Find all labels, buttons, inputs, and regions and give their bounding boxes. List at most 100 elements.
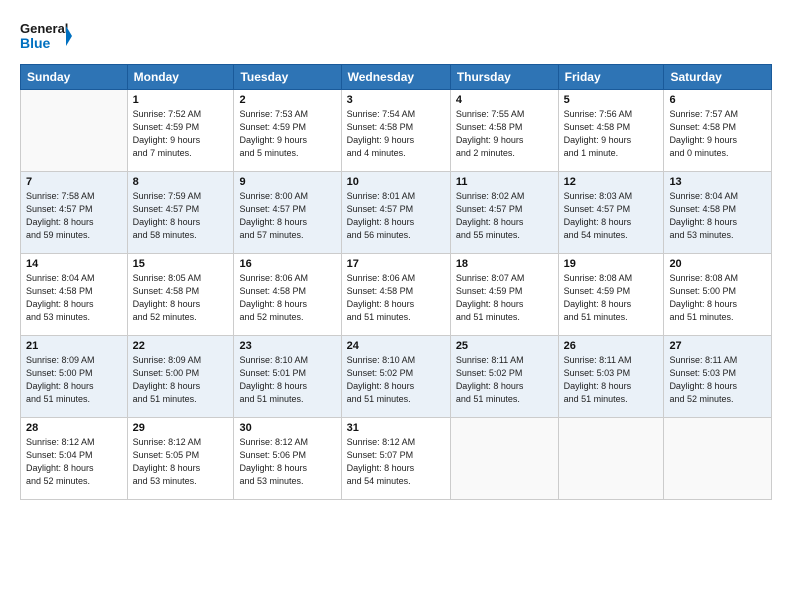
day-number: 4 <box>456 94 553 106</box>
day-number: 18 <box>456 258 553 270</box>
calendar-cell: 11Sunrise: 8:02 AM Sunset: 4:57 PM Dayli… <box>450 172 558 254</box>
day-info: Sunrise: 8:12 AM Sunset: 5:06 PM Dayligh… <box>239 436 335 488</box>
day-info: Sunrise: 8:11 AM Sunset: 5:03 PM Dayligh… <box>564 354 659 406</box>
day-number: 9 <box>239 176 335 188</box>
day-info: Sunrise: 8:06 AM Sunset: 4:58 PM Dayligh… <box>239 272 335 324</box>
day-info: Sunrise: 8:05 AM Sunset: 4:58 PM Dayligh… <box>133 272 229 324</box>
day-number: 27 <box>669 340 766 352</box>
calendar-week-row: 1Sunrise: 7:52 AM Sunset: 4:59 PM Daylig… <box>21 90 772 172</box>
calendar-cell: 7 Sunrise: 7:58 AM Sunset: 4:57 PM Daylig… <box>21 172 128 254</box>
calendar-cell: 20Sunrise: 8:08 AM Sunset: 5:00 PM Dayli… <box>664 254 772 336</box>
day-info: Sunrise: 8:12 AM Sunset: 5:05 PM Dayligh… <box>133 436 229 488</box>
day-number: 24 <box>347 340 445 352</box>
calendar-week-row: 21 Sunrise: 8:09 AM Sunset: 5:00 PM Dayli… <box>21 336 772 418</box>
col-header-tuesday: Tuesday <box>234 65 341 90</box>
day-number: 8 <box>133 176 229 188</box>
day-number: 25 <box>456 340 553 352</box>
col-header-thursday: Thursday <box>450 65 558 90</box>
col-header-sunday: Sunday <box>21 65 128 90</box>
col-header-friday: Friday <box>558 65 664 90</box>
calendar-cell: 25 Sunrise: 8:11 AM Sunset: 5:02 PM Dayli… <box>450 336 558 418</box>
day-info: Sunrise: 7:55 AM Sunset: 4:58 PM Dayligh… <box>456 108 553 160</box>
day-number: 12 <box>564 176 659 188</box>
day-number: 5 <box>564 94 659 106</box>
day-info: Sunrise: 8:00 AM Sunset: 4:57 PM Dayligh… <box>239 190 335 242</box>
col-header-wednesday: Wednesday <box>341 65 450 90</box>
calendar-cell: 8 Sunrise: 7:59 AM Sunset: 4:57 PM Daylig… <box>127 172 234 254</box>
calendar-cell: 26 Sunrise: 8:11 AM Sunset: 5:03 PM Dayli… <box>558 336 664 418</box>
calendar-cell: 5 Sunrise: 7:56 AM Sunset: 4:58 PM Daylig… <box>558 90 664 172</box>
col-header-monday: Monday <box>127 65 234 90</box>
day-info: Sunrise: 8:06 AM Sunset: 4:58 PM Dayligh… <box>347 272 445 324</box>
calendar-cell: 22 Sunrise: 8:09 AM Sunset: 5:00 PM Dayli… <box>127 336 234 418</box>
day-number: 11 <box>456 176 553 188</box>
day-number: 14 <box>26 258 122 270</box>
calendar-cell: 28 Sunrise: 8:12 AM Sunset: 5:04 PM Dayli… <box>21 418 128 500</box>
day-info: Sunrise: 7:56 AM Sunset: 4:58 PM Dayligh… <box>564 108 659 160</box>
calendar-cell: 17 Sunrise: 8:06 AM Sunset: 4:58 PM Dayli… <box>341 254 450 336</box>
day-info: Sunrise: 8:08 AM Sunset: 4:59 PM Dayligh… <box>564 272 659 324</box>
day-number: 23 <box>239 340 335 352</box>
day-number: 19 <box>564 258 659 270</box>
calendar-cell: 27 Sunrise: 8:11 AM Sunset: 5:03 PM Dayli… <box>664 336 772 418</box>
day-info: Sunrise: 8:09 AM Sunset: 5:00 PM Dayligh… <box>133 354 229 406</box>
calendar-cell: 31 Sunrise: 8:12 AM Sunset: 5:07 PM Dayli… <box>341 418 450 500</box>
col-header-saturday: Saturday <box>664 65 772 90</box>
logo-svg: General Blue <box>20 18 72 54</box>
day-info: Sunrise: 8:04 AM Sunset: 4:58 PM Dayligh… <box>26 272 122 324</box>
calendar-cell <box>558 418 664 500</box>
day-number: 28 <box>26 422 122 434</box>
day-info: Sunrise: 7:59 AM Sunset: 4:57 PM Dayligh… <box>133 190 229 242</box>
day-number: 2 <box>239 94 335 106</box>
calendar-cell: 13 Sunrise: 8:04 AM Sunset: 4:58 PM Dayli… <box>664 172 772 254</box>
day-info: Sunrise: 8:03 AM Sunset: 4:57 PM Dayligh… <box>564 190 659 242</box>
calendar-week-row: 7 Sunrise: 7:58 AM Sunset: 4:57 PM Daylig… <box>21 172 772 254</box>
day-number: 21 <box>26 340 122 352</box>
calendar-cell: 10Sunrise: 8:01 AM Sunset: 4:57 PM Dayli… <box>341 172 450 254</box>
day-info: Sunrise: 8:10 AM Sunset: 5:02 PM Dayligh… <box>347 354 445 406</box>
day-info: Sunrise: 8:12 AM Sunset: 5:07 PM Dayligh… <box>347 436 445 488</box>
calendar-cell: 4 Sunrise: 7:55 AM Sunset: 4:58 PM Daylig… <box>450 90 558 172</box>
calendar-cell <box>450 418 558 500</box>
calendar-cell: 21 Sunrise: 8:09 AM Sunset: 5:00 PM Dayli… <box>21 336 128 418</box>
day-number: 22 <box>133 340 229 352</box>
calendar-cell: 14 Sunrise: 8:04 AM Sunset: 4:58 PM Dayli… <box>21 254 128 336</box>
calendar-cell: 30Sunrise: 8:12 AM Sunset: 5:06 PM Dayli… <box>234 418 341 500</box>
day-info: Sunrise: 7:57 AM Sunset: 4:58 PM Dayligh… <box>669 108 766 160</box>
calendar-table: SundayMondayTuesdayWednesdayThursdayFrid… <box>20 64 772 500</box>
calendar-cell: 24 Sunrise: 8:10 AM Sunset: 5:02 PM Dayli… <box>341 336 450 418</box>
svg-text:Blue: Blue <box>20 35 51 51</box>
calendar-cell: 1Sunrise: 7:52 AM Sunset: 4:59 PM Daylig… <box>127 90 234 172</box>
calendar-cell: 29 Sunrise: 8:12 AM Sunset: 5:05 PM Dayli… <box>127 418 234 500</box>
day-info: Sunrise: 8:09 AM Sunset: 5:00 PM Dayligh… <box>26 354 122 406</box>
day-number: 3 <box>347 94 445 106</box>
day-info: Sunrise: 8:12 AM Sunset: 5:04 PM Dayligh… <box>26 436 122 488</box>
calendar-cell: 23 Sunrise: 8:10 AM Sunset: 5:01 PM Dayli… <box>234 336 341 418</box>
day-number: 1 <box>133 94 229 106</box>
day-number: 10 <box>347 176 445 188</box>
day-number: 26 <box>564 340 659 352</box>
day-number: 7 <box>26 176 122 188</box>
day-info: Sunrise: 8:04 AM Sunset: 4:58 PM Dayligh… <box>669 190 766 242</box>
day-info: Sunrise: 8:11 AM Sunset: 5:02 PM Dayligh… <box>456 354 553 406</box>
day-number: 17 <box>347 258 445 270</box>
calendar-cell: 15 Sunrise: 8:05 AM Sunset: 4:58 PM Dayli… <box>127 254 234 336</box>
calendar-header-row: SundayMondayTuesdayWednesdayThursdayFrid… <box>21 65 772 90</box>
day-info: Sunrise: 8:10 AM Sunset: 5:01 PM Dayligh… <box>239 354 335 406</box>
calendar-cell: 12 Sunrise: 8:03 AM Sunset: 4:57 PM Dayli… <box>558 172 664 254</box>
calendar-cell: 9 Sunrise: 8:00 AM Sunset: 4:57 PM Daylig… <box>234 172 341 254</box>
calendar-cell: 19 Sunrise: 8:08 AM Sunset: 4:59 PM Dayli… <box>558 254 664 336</box>
calendar-cell <box>664 418 772 500</box>
day-number: 29 <box>133 422 229 434</box>
day-info: Sunrise: 7:54 AM Sunset: 4:58 PM Dayligh… <box>347 108 445 160</box>
calendar-cell: 3 Sunrise: 7:54 AM Sunset: 4:58 PM Daylig… <box>341 90 450 172</box>
calendar-cell: 2Sunrise: 7:53 AM Sunset: 4:59 PM Daylig… <box>234 90 341 172</box>
svg-text:General: General <box>20 21 68 36</box>
day-number: 13 <box>669 176 766 188</box>
day-info: Sunrise: 7:58 AM Sunset: 4:57 PM Dayligh… <box>26 190 122 242</box>
day-number: 31 <box>347 422 445 434</box>
day-number: 15 <box>133 258 229 270</box>
day-info: Sunrise: 8:11 AM Sunset: 5:03 PM Dayligh… <box>669 354 766 406</box>
day-number: 16 <box>239 258 335 270</box>
calendar-cell: 18Sunrise: 8:07 AM Sunset: 4:59 PM Dayli… <box>450 254 558 336</box>
